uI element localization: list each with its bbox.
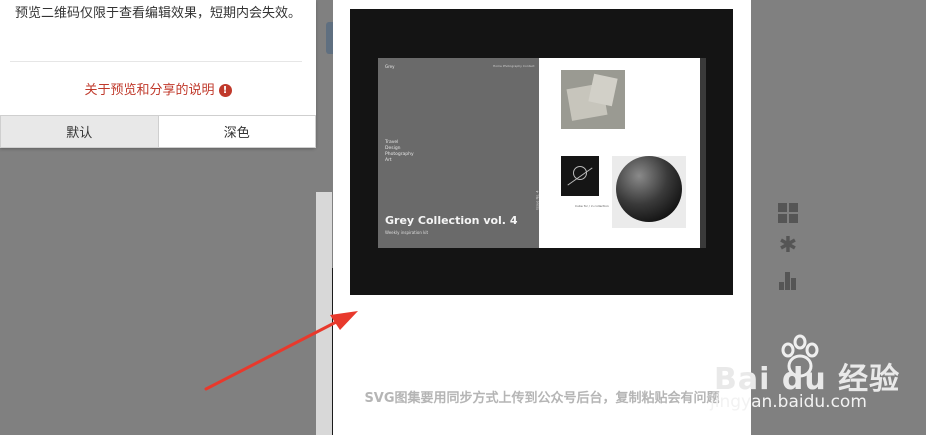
baidu-watermark: Bai du 经验 jingyan.baidu.com	[708, 332, 926, 435]
watermark-url: jingyan.baidu.com	[710, 392, 867, 412]
